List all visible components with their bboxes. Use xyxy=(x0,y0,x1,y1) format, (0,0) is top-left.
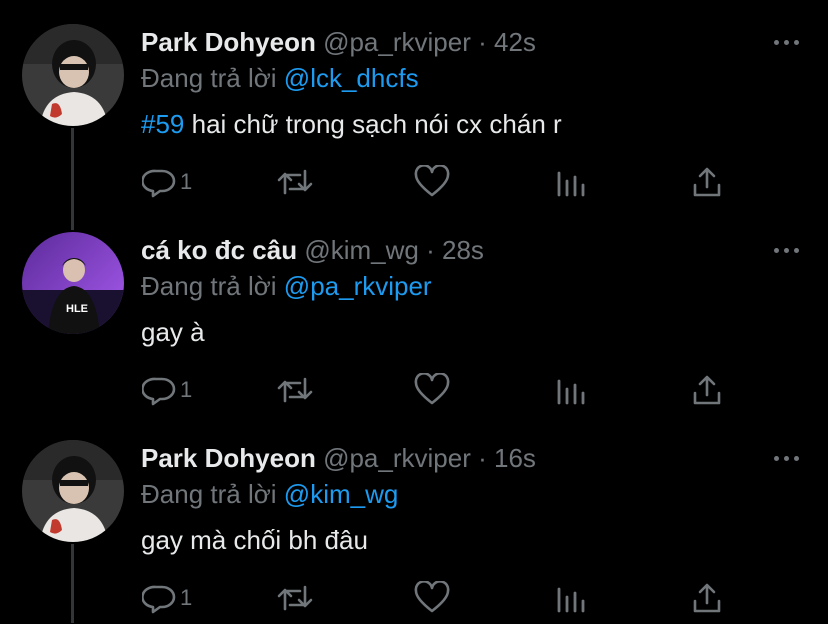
retweet-button[interactable] xyxy=(276,578,314,618)
analytics-icon xyxy=(557,587,585,613)
share-icon xyxy=(693,167,721,197)
avatar[interactable] xyxy=(22,24,124,126)
reply-icon xyxy=(142,585,176,614)
analytics-icon xyxy=(557,171,585,197)
replying-to-mention[interactable]: @pa_rkviper xyxy=(284,271,432,301)
like-button[interactable] xyxy=(414,578,450,618)
share-button[interactable] xyxy=(690,578,724,618)
share-icon xyxy=(693,375,721,405)
replying-to-mention[interactable]: @kim_wg xyxy=(284,479,399,509)
reply-button[interactable]: 1 xyxy=(142,578,192,618)
reply-button[interactable]: 1 xyxy=(142,370,192,410)
tweet-body: hai chữ trong sạch nói cx chán r xyxy=(191,109,562,139)
retweet-icon xyxy=(277,169,313,195)
svg-text:HLE: HLE xyxy=(66,303,88,315)
share-icon xyxy=(693,583,721,613)
analytics-button[interactable] xyxy=(554,162,586,202)
thread-connector xyxy=(71,208,74,230)
reply-count: 1 xyxy=(180,377,193,402)
more-icon[interactable] xyxy=(774,242,800,258)
reply-count: 1 xyxy=(180,169,193,194)
username[interactable]: @pa_rkviper xyxy=(323,443,471,473)
username[interactable]: @pa_rkviper xyxy=(323,27,471,57)
reply-button[interactable]: 1 xyxy=(142,162,192,202)
tweet-text: gay mà chối bh đâu xyxy=(141,520,368,560)
avatar[interactable] xyxy=(22,440,124,542)
timestamp[interactable]: 42s xyxy=(494,27,536,57)
replying-to: Đang trả lời @kim_wg xyxy=(141,474,398,514)
separator-dot: · xyxy=(478,27,487,57)
reply-icon xyxy=(142,377,176,406)
reply-count: 1 xyxy=(180,585,193,610)
tweet-text: gay à xyxy=(141,312,205,352)
action-bar: 1 xyxy=(0,370,828,410)
share-button[interactable] xyxy=(690,370,724,410)
separator-dot: · xyxy=(478,443,487,473)
username[interactable]: @kim_wg xyxy=(304,235,419,265)
timestamp[interactable]: 28s xyxy=(442,235,484,265)
replying-to-label: Đang trả lời xyxy=(141,271,277,301)
action-bar: 1 xyxy=(0,578,828,618)
tweet-header: cá ko đc câu @kim_wg · 28s xyxy=(141,230,484,270)
hashtag-link[interactable]: #59 xyxy=(141,109,184,139)
replying-to: Đang trả lời @pa_rkviper xyxy=(141,266,432,306)
timestamp[interactable]: 16s xyxy=(494,443,536,473)
replying-to-label: Đang trả lời xyxy=(141,479,277,509)
like-button[interactable] xyxy=(414,162,450,202)
analytics-button[interactable] xyxy=(554,370,586,410)
tweet[interactable]: Park Dohyeon @pa_rkviper · 16s Đang trả … xyxy=(0,416,828,624)
share-button[interactable] xyxy=(690,162,724,202)
tweet-body: gay à xyxy=(141,317,205,347)
more-icon[interactable] xyxy=(774,450,800,466)
retweet-button[interactable] xyxy=(276,370,314,410)
more-icon[interactable] xyxy=(774,34,800,50)
like-icon xyxy=(414,581,450,613)
replying-to-mention[interactable]: @lck_dhcfs xyxy=(284,63,419,93)
separator-dot: · xyxy=(426,235,435,265)
tweet-body: gay mà chối bh đâu xyxy=(141,525,368,555)
replying-to-label: Đang trả lời xyxy=(141,63,277,93)
tweet[interactable]: HLE cá ko đc câu @kim_wg · 28s Đang trả … xyxy=(0,208,828,416)
tweet-text: #59 hai chữ trong sạch nói cx chán r xyxy=(141,104,562,144)
analytics-button[interactable] xyxy=(554,578,586,618)
display-name[interactable]: Park Dohyeon xyxy=(141,27,316,57)
reply-icon xyxy=(142,169,176,198)
retweet-icon xyxy=(277,377,313,403)
like-button[interactable] xyxy=(414,370,450,410)
tweet-header: Park Dohyeon @pa_rkviper · 16s xyxy=(141,438,536,478)
retweet-icon xyxy=(277,585,313,611)
replying-to: Đang trả lời @lck_dhcfs xyxy=(141,58,419,98)
display-name[interactable]: cá ko đc câu xyxy=(141,235,297,265)
like-icon xyxy=(414,165,450,197)
action-bar: 1 xyxy=(0,162,828,202)
display-name[interactable]: Park Dohyeon xyxy=(141,443,316,473)
tweet[interactable]: Park Dohyeon @pa_rkviper · 42s Đang trả … xyxy=(0,0,828,208)
avatar[interactable]: HLE xyxy=(22,232,124,334)
like-icon xyxy=(414,373,450,405)
analytics-icon xyxy=(557,379,585,405)
tweet-header: Park Dohyeon @pa_rkviper · 42s xyxy=(141,22,536,62)
retweet-button[interactable] xyxy=(276,162,314,202)
